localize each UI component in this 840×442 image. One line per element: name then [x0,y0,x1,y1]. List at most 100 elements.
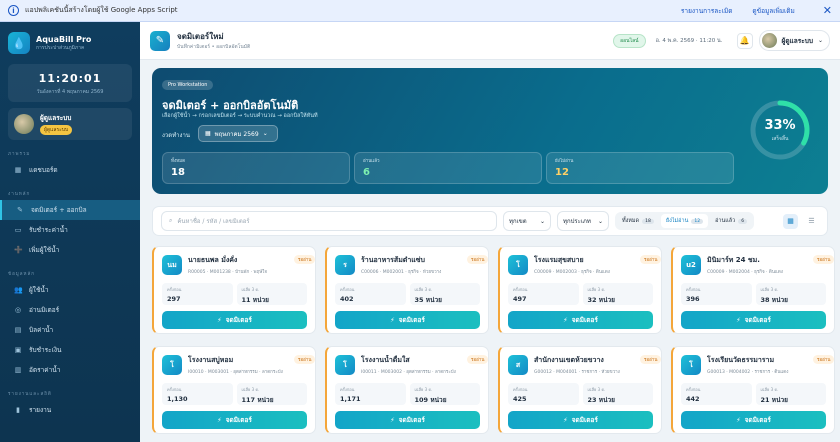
customer-avatar: โ [681,355,701,375]
bolt-icon: ⚡ [217,416,222,424]
chevron-down-icon: ⌄ [597,217,603,225]
report-abuse-link[interactable]: รายงานการละเมิด [681,6,733,16]
customer-meta: G00013 · M004002 · ราชการ · ดินแดง [707,370,789,375]
grid-view-icon[interactable]: ▦ [783,213,798,229]
chart-icon: ▮ [16,406,20,414]
prev-reading: 425 [513,395,527,403]
read-meter-button[interactable]: ⚡ จดมิเตอร์ [335,311,480,329]
filter-tab[interactable]: อ่านแล้ว 6 [710,214,752,228]
customer-meta: C00009 · M002003 · ธุรกิจ · ดินแดง [534,270,610,275]
bolt-icon: ⚡ [563,416,568,424]
read-meter-button[interactable]: ⚡ จดมิเตอร์ [162,311,307,329]
read-meter-button[interactable]: ⚡ จดมิเตอร์ [162,411,307,429]
info-icon: i [8,5,19,16]
bolt-icon: ⚡ [390,416,395,424]
user-menu[interactable]: ผู้ดูแลระบบ ⌄ [758,30,830,51]
stat-card: อ่านแล้ว 6 [354,152,542,184]
customer-avatar: โ [335,355,355,375]
avg-label: เฉลี่ย 3 ด. [760,287,779,292]
customer-card[interactable]: ร ร้านอาหารส้มตำแซ่บ C00006 · M002001 · ธุ… [325,246,489,334]
sidebar-item[interactable]: ▭ รับชำระค่าน้ำ [0,220,140,240]
customer-name: ร้านอาหารส้มตำแซ่บ [361,256,425,264]
rate-icon: ▥ [14,366,22,374]
nav-section-title: ข้อมูลหลัก [8,272,35,277]
prev-label: ครั้งก่อน [513,387,528,392]
nav-section-title: ภาพรวม [8,152,31,157]
customer-card[interactable]: โ โรงงานน้ำดื่มใส I00011 · M003002 · อุตสา… [325,346,489,434]
workstation-pill: Pro Workstation [162,80,214,90]
customer-meta: I00010 · M003001 · อุตสาหกรรม · ลาดกระบั… [188,370,283,375]
period-select[interactable]: ▦ พฤษภาคม 2569 ⌄ [198,125,278,142]
customer-card[interactable]: โ โรงเรียนวัดธรรมาราม G00013 · M004002 · ร… [671,346,835,434]
read-meter-button[interactable]: ⚡ จดมิเตอร์ [508,311,653,329]
tab-label: อ่านแล้ว [715,218,736,224]
status-badge: รออ่าน [467,355,489,364]
tab-count: 6 [738,218,748,224]
customer-card[interactable]: นม นายธนพล มั่งคั่ง R00005 · M001238 · บ้า… [152,246,316,334]
sidebar-item[interactable]: 👥 ผู้ใช้น้ำ [0,280,140,300]
read-meter-button[interactable]: ⚡ จดมิเตอร์ [681,311,826,329]
bell-icon[interactable]: 🔔 [736,32,753,49]
avg-label: เฉลี่ย 3 ด. [587,387,606,392]
sidebar-item[interactable]: ✎ จดมิเตอร์ + ออกบิล [0,200,140,220]
close-icon[interactable]: ✕ [823,4,832,17]
customer-name: โรงงานสบู่หอม [188,356,234,364]
hero-subtitle: เลือกผู้ใช้น้ำ → กรอกเลขมิเตอร์ → ระบบคำ… [162,113,318,119]
clock-panel: 11:20:01 วันอังคารที่ 4 พฤษภาคม 2569 [8,64,132,102]
calendar-icon: ▦ [205,130,211,137]
search-input[interactable]: ⌕ ค้นหาชื่อ / รหัส / เลขมิเตอร์ [161,211,497,231]
cash-icon: ▣ [14,346,22,354]
sidebar-item[interactable]: ▣ รับชำระเงิน [0,340,140,360]
sidebar-item[interactable]: ▮ รายงาน [0,400,140,420]
sidebar-item[interactable]: ◎ อ่านมิเตอร์ [0,300,140,320]
user-add-icon: ➕ [14,246,23,254]
customer-card[interactable]: u2 มินิมาร์ท 24 ชม. C00009 · M002004 · ธุร… [671,246,835,334]
grid-icon: ▦ [14,166,22,174]
type-select[interactable]: ทุกประเภท ⌄ [557,211,609,231]
zone-select[interactable]: ทุกเขต ⌄ [503,211,551,231]
app-name: AquaBill Pro [36,34,92,44]
prev-label: ครั้งก่อน [686,387,701,392]
list-view-icon[interactable]: ☰ [804,214,819,229]
prev-reading: 442 [686,395,700,403]
read-meter-button[interactable]: ⚡ จดมิเตอร์ [508,411,653,429]
period-value: พฤษภาคม 2569 [214,130,259,138]
sidebar-item[interactable]: ➕ เพิ่มผู้ใช้น้ำ [0,240,140,260]
clock-date: วันอังคารที่ 4 พฤษภาคม 2569 [36,89,104,95]
zone-select-value: ทุกเขต [509,218,527,225]
read-meter-label: จดมิเตอร์ [398,316,425,324]
sidebar-item-label: ผู้ใช้น้ำ [29,286,49,294]
customer-meta: I00011 · M003002 · อุตสาหกรรม · ลาดกระบั… [361,370,456,375]
chevron-down-icon: ⌄ [539,217,545,225]
sidebar-item-label: รับชำระค่าน้ำ [29,226,68,234]
filter-tab[interactable]: ทั้งหมด 18 [617,214,659,228]
read-meter-button[interactable]: ⚡ จดมิเตอร์ [335,411,480,429]
status-badge: รออ่าน [294,255,316,264]
sidebar-user[interactable]: ผู้ดูแลระบบ ผู้ดูแลระบบ [8,108,132,140]
page-title: จดมิเตอร์ใหม่ [177,32,224,41]
prev-reading: 297 [167,295,181,303]
prev-reading: 1,171 [340,395,361,403]
stat-label: ทั้งหมด [171,159,186,164]
customer-card[interactable]: โ โรงแรมสุขสบาย C00009 · M002003 · ธุรกิจ … [498,246,662,334]
read-meter-button[interactable]: ⚡ จดมิเตอร์ [681,411,826,429]
brand: 💧 AquaBill Pro การประปาส่วนภูมิภาค [0,22,140,64]
customer-card[interactable]: ส สำนักงานเขตห้วยขวาง G00012 · M004001 · ร… [498,346,662,434]
prev-label: ครั้งก่อน [686,287,701,292]
customer-name: โรงแรมสุขสบาย [534,256,584,264]
customer-card[interactable]: โ โรงงานสบู่หอม I00010 · M003001 · อุตสาหก… [152,346,316,434]
sidebar-item-label: จดมิเตอร์ + ออกบิล [31,206,87,214]
sidebar-item[interactable]: ▤ บิลค่าน้ำ [0,320,140,340]
customer-meta: R00005 · M001238 · บ้านพัก · พฤษ์ใจ [188,270,268,275]
customer-meta: G00012 · M004001 · ราชการ · หัวยขวาง [534,370,620,375]
avg-label: เฉลี่ย 3 ด. [587,287,606,292]
learn-more-link[interactable]: ดูข้อมูลเพิ่มเติม [752,6,794,16]
avg-usage: 35 หน่วย [414,296,443,304]
edit-icon: ✎ [17,206,23,214]
sidebar-item[interactable]: ▦ แดชบอร์ด [0,160,140,180]
sidebar-item[interactable]: ▥ อัตราค่าน้ำ [0,360,140,380]
avg-usage: 117 หน่วย [241,396,274,404]
customer-avatar: นม [162,255,182,275]
filter-tab[interactable]: ยังไม่อ่าน 12 [660,214,709,228]
sidebar-item-label: อ่านมิเตอร์ [29,306,60,314]
